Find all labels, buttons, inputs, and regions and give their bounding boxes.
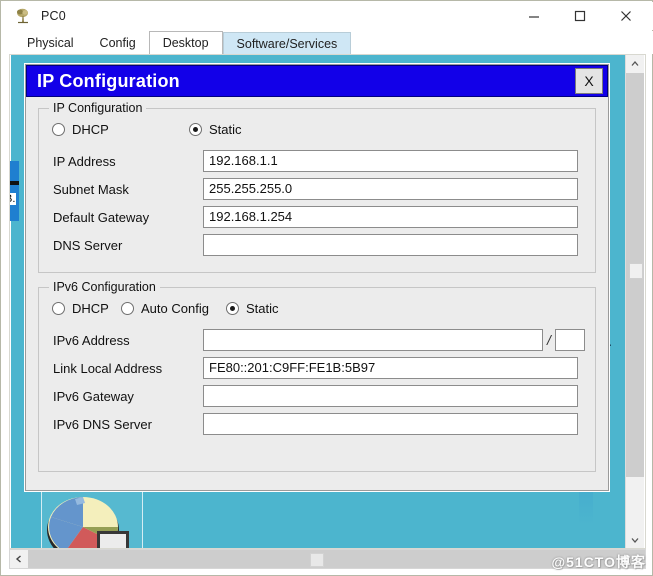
dialog-title: IP Configuration — [37, 70, 180, 91]
dns-server-row: DNS Server — [53, 233, 583, 257]
ipv6-auto-config-radio[interactable] — [121, 302, 134, 315]
dialog-close-button[interactable]: X — [575, 68, 603, 94]
ipv6-static-radio-row[interactable]: Static — [226, 301, 279, 316]
ipv6-dns-server-input[interactable] — [203, 413, 578, 435]
default-gateway-row: Default Gateway 192.168.1.254 — [53, 205, 583, 229]
vertical-scrollbar-thumb[interactable] — [629, 263, 643, 279]
ipv4-dhcp-radio[interactable] — [52, 123, 65, 136]
ipv6-address-label: IPv6 Address — [53, 332, 130, 348]
ipv6-gateway-input[interactable] — [203, 385, 578, 407]
subnet-mask-label: Subnet Mask — [53, 181, 129, 197]
desktop-icon-selection — [41, 489, 143, 548]
ipv6-gateway-label: IPv6 Gateway — [53, 388, 134, 404]
desktop-panel: B. or — [9, 54, 646, 549]
pc-device-icon — [14, 7, 32, 25]
ipv4-configuration-group: IP Configuration DHCP Static IP Address … — [38, 101, 596, 273]
ipv6-configuration-group: IPv6 Configuration DHCP Auto Config Stat… — [38, 280, 596, 472]
ip-configuration-dialog: IP Configuration X IP Configuration DHCP… — [25, 64, 609, 491]
ip-address-input[interactable]: 192.168.1.1 — [203, 150, 578, 172]
maximize-button[interactable] — [557, 2, 603, 30]
dns-server-input[interactable] — [203, 234, 578, 256]
link-local-address-input[interactable]: FE80::201:C9FF:FE1B:5B97 — [203, 357, 578, 379]
desktop-icon-pie-chart[interactable] — [41, 489, 143, 548]
ipv6-auto-config-label: Auto Config — [141, 301, 209, 316]
ipv4-dhcp-radio-row[interactable]: DHCP — [52, 122, 109, 137]
window-title: PC0 — [41, 9, 66, 23]
ipv6-static-label: Static — [246, 301, 279, 316]
ipv6-auto-config-radio-row[interactable]: Auto Config — [121, 301, 209, 316]
link-local-address-row: Link Local Address FE80::201:C9FF:FE1B:5… — [53, 356, 593, 380]
ipv6-dns-server-label: IPv6 DNS Server — [53, 416, 152, 432]
window-title-bar: PC0 — [2, 2, 653, 30]
ipv6-dhcp-radio[interactable] — [52, 302, 65, 315]
scroll-up-arrow-icon[interactable] — [626, 55, 644, 73]
dialog-title-bar: IP Configuration X — [26, 65, 608, 97]
ipv6-group-title: IPv6 Configuration — [49, 280, 160, 294]
tab-software-services-label: Software/Services — [236, 36, 338, 51]
horizontal-scrollbar[interactable] — [9, 549, 646, 569]
scroll-left-arrow-icon[interactable] — [10, 550, 28, 568]
tab-config[interactable]: Config — [86, 32, 149, 54]
link-local-address-label: Link Local Address — [53, 360, 163, 376]
vertical-scrollbar-track[interactable] — [626, 73, 644, 477]
tab-software-services[interactable]: Software/Services — [222, 32, 352, 54]
ipv6-prefix-separator: / — [547, 332, 551, 348]
ipv6-dns-server-row: IPv6 DNS Server — [53, 412, 593, 436]
subnet-mask-row: Subnet Mask 255.255.255.0 — [53, 177, 583, 201]
tab-config-label: Config — [99, 36, 136, 50]
obscured-left-text: B. — [10, 193, 17, 205]
obscured-left-element: B. — [10, 161, 19, 221]
ipv4-group-title: IP Configuration — [49, 101, 147, 115]
pc0-window: PC0 Physical Config Desktop Software/Ser… — [0, 0, 653, 576]
ip-address-row: IP Address 192.168.1.1 — [53, 149, 583, 173]
ip-address-label: IP Address — [53, 153, 116, 169]
dns-server-label: DNS Server — [53, 237, 123, 253]
close-button[interactable] — [603, 2, 649, 30]
ipv6-dhcp-radio-row[interactable]: DHCP — [52, 301, 109, 316]
tab-physical[interactable]: Physical — [14, 32, 87, 54]
vertical-scrollbar[interactable] — [625, 55, 644, 548]
tab-desktop[interactable]: Desktop — [148, 31, 223, 54]
obscured-left-bar — [10, 181, 19, 185]
ipv6-static-radio[interactable] — [226, 302, 239, 315]
subnet-mask-input[interactable]: 255.255.255.0 — [203, 178, 578, 200]
ipv6-address-input[interactable] — [203, 329, 543, 351]
ipv6-address-row: IPv6 Address / — [53, 328, 593, 352]
ipv6-dhcp-label: DHCP — [72, 301, 109, 316]
ipv4-static-radio-row[interactable]: Static — [189, 122, 242, 137]
horizontal-scrollbar-thumb[interactable] — [310, 553, 324, 567]
default-gateway-label: Default Gateway — [53, 209, 150, 225]
window-controls — [511, 2, 653, 30]
ipv4-static-radio[interactable] — [189, 123, 202, 136]
tab-desktop-label: Desktop — [162, 36, 209, 50]
ipv6-prefix-input[interactable] — [554, 329, 585, 351]
minimize-button[interactable] — [511, 2, 557, 30]
ipv4-static-label: Static — [209, 122, 242, 137]
tab-physical-label: Physical — [27, 36, 74, 50]
ipv6-gateway-row: IPv6 Gateway — [53, 384, 593, 408]
scroll-down-arrow-icon[interactable] — [626, 531, 644, 548]
tab-bar: Physical Config Desktop Software/Service… — [2, 31, 653, 54]
default-gateway-input[interactable]: 192.168.1.254 — [203, 206, 578, 228]
ipv4-dhcp-label: DHCP — [72, 122, 109, 137]
